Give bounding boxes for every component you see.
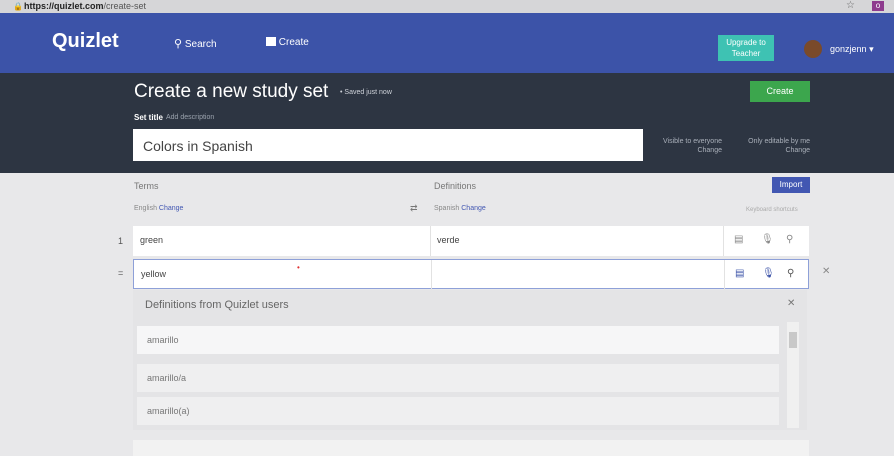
table-row: yellow • ▤ 🎙 ⚲ xyxy=(133,259,810,290)
user-menu[interactable]: gonzjenn ▾ xyxy=(830,44,874,55)
avatar[interactable] xyxy=(804,40,822,58)
image-icon[interactable]: ▤ xyxy=(734,234,743,245)
upgrade-button[interactable]: Upgrade to Teacher xyxy=(718,35,774,61)
page-title: Create a new study set xyxy=(134,81,329,102)
set-title-label: Set title xyxy=(134,113,163,122)
keyboard-shortcuts-link[interactable]: Keyboard shortcuts xyxy=(746,207,798,213)
visibility-setting[interactable]: Visible to everyone Change xyxy=(650,137,722,155)
scroll-thumb[interactable] xyxy=(789,332,797,348)
top-navigation: Quizlet ⚲ Search Create Upgrade to Teach… xyxy=(0,13,894,73)
microphone-icon[interactable]: 🎙 xyxy=(762,268,775,279)
term-input[interactable]: green xyxy=(133,226,431,256)
microphone-icon[interactable]: 🎙 xyxy=(761,234,774,245)
suggestions-dropdown: Definitions from Quizlet users ✕ amarill… xyxy=(133,290,807,430)
term-language: English Change xyxy=(134,205,183,212)
definition-language-change[interactable]: Change xyxy=(461,205,486,212)
editable-change-link[interactable]: Change xyxy=(730,146,810,155)
create-label: Create xyxy=(278,37,309,48)
editable-label: Only editable by me xyxy=(748,138,810,145)
username: gonzjenn xyxy=(830,44,867,54)
scrollbar[interactable] xyxy=(787,322,799,428)
close-icon[interactable]: ✕ xyxy=(787,298,795,309)
definition-input[interactable] xyxy=(432,260,724,290)
required-marker: • xyxy=(297,263,300,272)
search-link[interactable]: ⚲ Search xyxy=(174,37,217,50)
editable-setting[interactable]: Only editable by me Change xyxy=(730,137,810,155)
quizlet-logo[interactable]: Quizlet xyxy=(52,30,119,53)
create-set-button[interactable]: Create xyxy=(750,81,810,102)
suggestion-item[interactable]: amarillo(a) xyxy=(137,397,779,425)
image-icon[interactable]: ▤ xyxy=(735,268,744,279)
term-input[interactable]: yellow xyxy=(134,260,432,290)
set-header: Create a new study set • Saved just now … xyxy=(0,73,894,173)
row-drag-handle[interactable]: = xyxy=(118,268,123,278)
chevron-down-icon: ▾ xyxy=(869,44,874,54)
definition-input[interactable]: verde xyxy=(431,226,723,256)
upgrade-line2: Teacher xyxy=(731,49,761,58)
add-description-link[interactable]: Add description xyxy=(166,114,214,121)
bookmark-star-icon[interactable]: ☆ xyxy=(846,0,855,11)
definition-language-name: Spanish xyxy=(434,205,460,212)
browser-url-bar[interactable]: 🔒 https://quizlet.com/create-set ☆ o xyxy=(0,0,894,13)
swap-icon[interactable]: ⇄ xyxy=(410,203,418,214)
visibility-change-link[interactable]: Change xyxy=(650,146,722,155)
saved-status: • Saved just now xyxy=(340,89,392,96)
definitions-label: Definitions xyxy=(434,181,477,191)
visibility-label: Visible to everyone xyxy=(662,138,722,145)
upgrade-line1: Upgrade to xyxy=(726,38,766,47)
search-icon[interactable]: ⚲ xyxy=(786,234,793,245)
suggestion-item[interactable]: amarillo xyxy=(137,326,779,354)
delete-row-icon[interactable]: ✕ xyxy=(822,266,830,277)
url-text[interactable]: https://quizlet.com/create-set xyxy=(24,1,146,11)
suggestions-title: Definitions from Quizlet users xyxy=(145,299,289,311)
search-icon[interactable]: ⚲ xyxy=(787,268,794,279)
search-label: Search xyxy=(184,39,217,50)
create-link[interactable]: Create xyxy=(266,37,309,48)
import-button[interactable]: Import xyxy=(772,177,810,193)
lock-icon: 🔒 xyxy=(13,2,23,11)
row-tools: ▤ 🎙 ⚲ xyxy=(723,226,809,256)
column-headers: Terms Definitions English Change Spanish… xyxy=(0,173,894,223)
definition-language: Spanish Change xyxy=(434,205,486,212)
row-tools: ▤ 🎙 ⚲ xyxy=(724,260,810,290)
set-title-input[interactable]: Colors in Spanish xyxy=(133,129,643,161)
terms-label: Terms xyxy=(134,181,159,191)
term-language-name: English xyxy=(134,205,157,212)
table-row xyxy=(133,440,809,456)
row-number: 1 xyxy=(118,236,124,246)
suggestion-item[interactable]: amarillo/a xyxy=(137,364,779,392)
create-icon xyxy=(266,37,276,46)
term-language-change[interactable]: Change xyxy=(159,205,184,212)
extension-icon[interactable]: o xyxy=(872,1,884,11)
table-row: green verde ▤ 🎙 ⚲ xyxy=(133,226,809,256)
search-icon: ⚲ xyxy=(174,38,183,50)
